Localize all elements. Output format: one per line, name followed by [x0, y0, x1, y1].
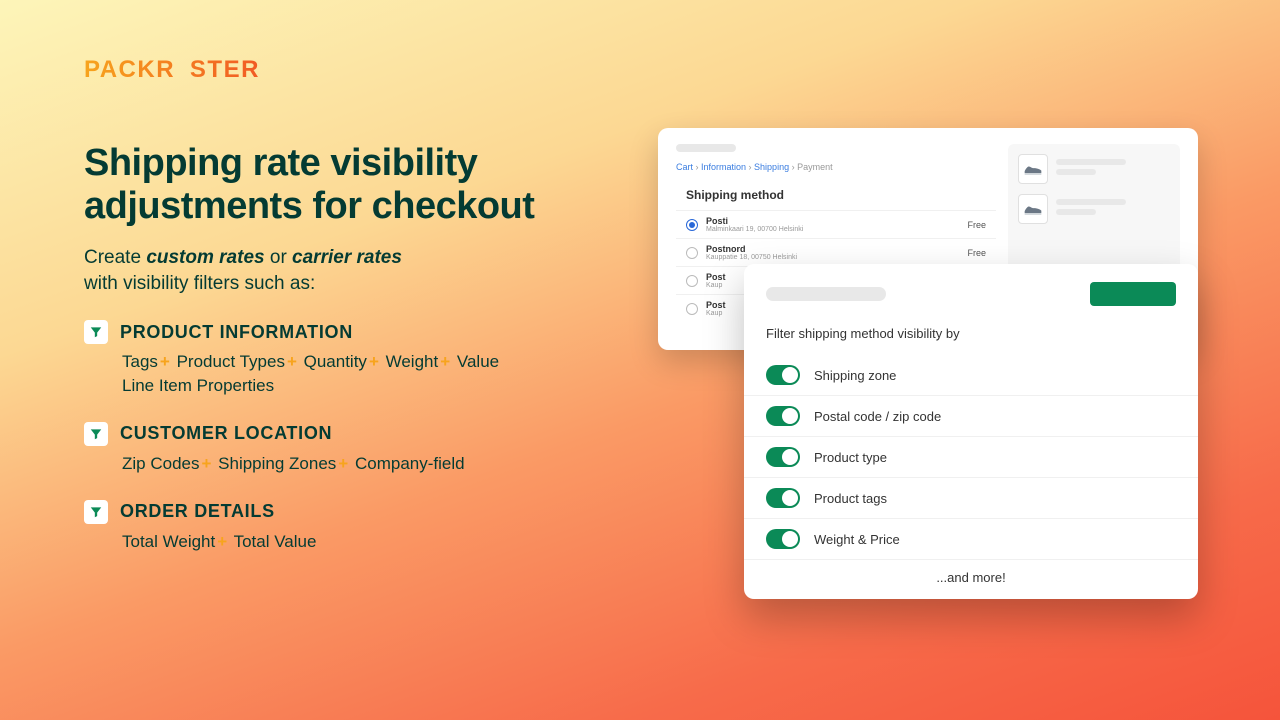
section-title: ORDER DETAILS	[120, 501, 275, 522]
radio-selected-icon[interactable]	[686, 219, 698, 231]
toggle-on-icon[interactable]	[766, 447, 800, 467]
subtitle: Create custom rates or carrier rates wit…	[84, 245, 644, 296]
toggle-on-icon[interactable]	[766, 406, 800, 426]
skeleton-line	[766, 287, 886, 301]
section-body: Total Weight+ Total Value	[122, 530, 644, 554]
skeleton-line	[1056, 159, 1126, 165]
logo-text-left: PACKR	[84, 56, 175, 83]
cart-item	[1018, 154, 1170, 184]
section-title: PRODUCT INFORMATION	[120, 322, 353, 343]
filter-settings-card: Filter shipping method visibility by Shi…	[744, 264, 1198, 599]
toggle-on-icon[interactable]	[766, 365, 800, 385]
breadcrumb: Cart › Information › Shipping › Payment	[676, 162, 996, 172]
shipping-option[interactable]: Postnord Kauppatie 18, 00750 Helsinki Fr…	[676, 238, 996, 266]
marketing-copy: Shipping rate visibility adjustments for…	[84, 142, 644, 554]
radio-icon[interactable]	[686, 275, 698, 287]
section-order-details: ORDER DETAILS Total Weight+ Total Value	[84, 500, 644, 554]
filter-row-product-type: Product type	[744, 437, 1198, 478]
skeleton-line	[1056, 169, 1096, 175]
logo-text-right: STER	[190, 56, 260, 83]
filter-card-title: Filter shipping method visibility by	[744, 318, 1198, 355]
packrooster-logo: PACKR8STER	[84, 56, 260, 84]
logo-infinity-icon: 8	[166, 63, 194, 78]
filter-icon	[84, 320, 108, 344]
page-title: Shipping rate visibility adjustments for…	[84, 142, 644, 227]
section-customer-location: CUSTOMER LOCATION Zip Codes+ Shipping Zo…	[84, 422, 644, 476]
skeleton-line	[676, 144, 736, 152]
filter-icon	[84, 500, 108, 524]
toggle-on-icon[interactable]	[766, 529, 800, 549]
section-product-info: PRODUCT INFORMATION Tags+ Product Types+…	[84, 320, 644, 398]
section-body: Zip Codes+ Shipping Zones+ Company-field	[122, 452, 644, 476]
section-title: CUSTOMER LOCATION	[120, 423, 332, 444]
skeleton-line	[1056, 209, 1096, 215]
filter-more-label: ...and more!	[744, 560, 1198, 585]
filter-row-shipping-zone: Shipping zone	[744, 355, 1198, 396]
shoe-icon	[1018, 194, 1048, 224]
radio-icon[interactable]	[686, 247, 698, 259]
cart-item	[1018, 194, 1170, 224]
shipping-option[interactable]: Posti Malminkaari 19, 00700 Helsinki Fre…	[676, 210, 996, 238]
section-body: Tags+ Product Types+ Quantity+ Weight+ V…	[122, 350, 644, 398]
toggle-on-icon[interactable]	[766, 488, 800, 508]
filter-row-postal-code: Postal code / zip code	[744, 396, 1198, 437]
radio-icon[interactable]	[686, 303, 698, 315]
save-button[interactable]	[1090, 282, 1176, 306]
filter-row-weight-price: Weight & Price	[744, 519, 1198, 560]
filter-icon	[84, 422, 108, 446]
skeleton-line	[1056, 199, 1126, 205]
shoe-icon	[1018, 154, 1048, 184]
filter-row-product-tags: Product tags	[744, 478, 1198, 519]
shipping-method-title: Shipping method	[686, 188, 996, 202]
